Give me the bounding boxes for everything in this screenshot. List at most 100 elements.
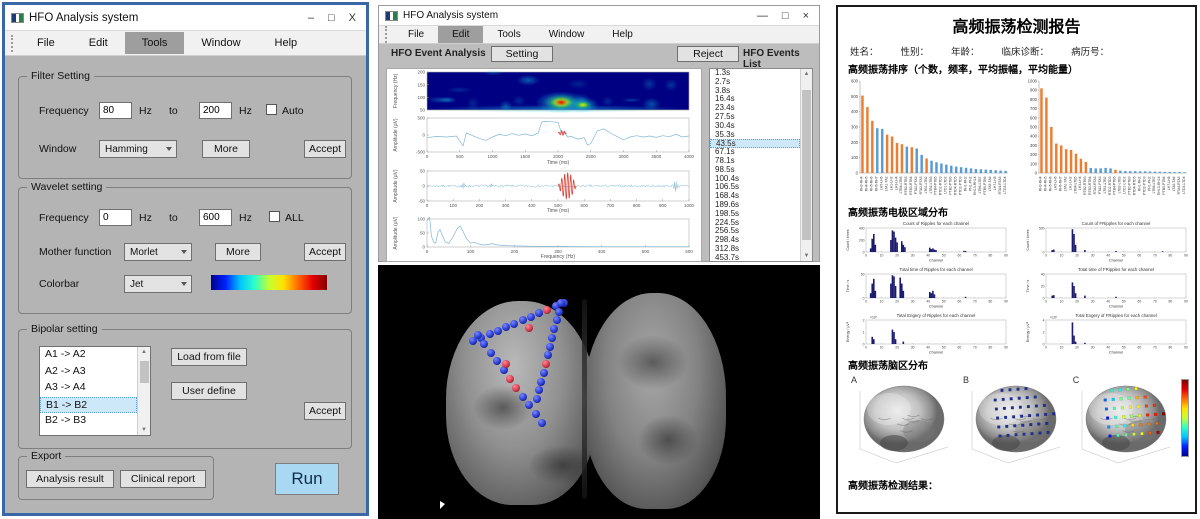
svg-text:0: 0	[426, 249, 429, 254]
patient-fields: 姓名： 性别： 年龄： 临床诊断： 病历号：	[850, 44, 1189, 58]
event-item[interactable]: 453.7s	[710, 254, 800, 261]
svg-text:200: 200	[1030, 152, 1038, 157]
bipolar-accept-button[interactable]: Accept	[304, 402, 346, 420]
event-analysis-label: HFO Event Analysis	[391, 48, 486, 59]
scroll-up-icon[interactable]: ▲	[141, 347, 147, 357]
hfo-events-listbox[interactable]: 1.3s2.7s3.8s16.4s23.4s27.5s30.4s35.3s43.…	[709, 68, 813, 262]
svg-text:50: 50	[942, 346, 946, 350]
svg-text:40: 40	[1106, 346, 1110, 350]
wavelet-more-button[interactable]: More	[215, 243, 261, 261]
svg-text:80: 80	[989, 346, 993, 350]
bipolar-channel-item[interactable]: B2 -> B3	[40, 413, 137, 430]
svg-text:Amplitude (μV): Amplitude (μV)	[393, 217, 399, 250]
setting-button[interactable]: Setting	[491, 46, 553, 62]
all-checkbox[interactable]	[269, 211, 280, 222]
menu-tools[interactable]: Tools	[483, 26, 534, 43]
svg-text:LTB6-LTB7: LTB6-LTB7	[1152, 176, 1156, 193]
svg-text:Total Engery of FRipples for e: Total Engery of FRipples for each channe…	[1075, 313, 1157, 318]
menu-file[interactable]: File	[394, 26, 438, 43]
menu-help[interactable]: Help	[598, 26, 647, 43]
svg-text:Total time of Ripples for each: Total time of Ripples for each channel	[899, 267, 972, 272]
menu-window[interactable]: Window	[535, 26, 599, 43]
chevron-down-icon	[166, 147, 172, 151]
mother-function-select[interactable]: Morlet	[124, 243, 192, 261]
svg-text:90: 90	[1184, 346, 1188, 350]
user-define-button[interactable]: User define	[171, 382, 247, 400]
scroll-thumb[interactable]	[140, 361, 149, 383]
svg-text:LH1-LH2: LH1-LH2	[889, 176, 893, 190]
svg-text:Total time of FRipples for eac: Total time of FRipples for each channel	[1078, 267, 1154, 272]
minimize-button[interactable]: –	[308, 12, 314, 24]
svg-text:500: 500	[456, 154, 464, 159]
wavelet-freq-to-input[interactable]	[199, 209, 232, 226]
svg-text:0: 0	[856, 171, 859, 176]
titlebar[interactable]: HFO Analysis system – □ X	[5, 5, 366, 31]
auto-checkbox[interactable]	[266, 104, 277, 115]
bipolar-listbox[interactable]: A1 -> A2A2 -> A3A3 -> A4B1 -> B2B2 -> B3…	[39, 346, 151, 436]
menu-help[interactable]: Help	[258, 32, 315, 54]
close-button[interactable]: X	[349, 12, 356, 24]
event-item[interactable]: 35.3s	[710, 131, 800, 140]
minimize-button[interactable]: —	[757, 10, 768, 22]
load-from-file-button[interactable]: Load from file	[171, 348, 247, 366]
close-button[interactable]: ×	[803, 10, 809, 22]
bipolar-channel-item[interactable]: A2 -> A3	[40, 364, 137, 381]
scroll-down-icon[interactable]: ▼	[141, 425, 147, 435]
svg-text:80: 80	[989, 254, 993, 258]
analysis-result-button[interactable]: Analysis result	[26, 470, 114, 488]
maximize-button[interactable]: □	[782, 10, 789, 22]
menu-window[interactable]: Window	[184, 32, 257, 54]
reject-button[interactable]: Reject	[677, 46, 739, 62]
svg-text:2000: 2000	[553, 154, 564, 159]
maximize-button[interactable]: □	[328, 12, 335, 24]
svg-text:×10⁶: ×10⁶	[1050, 316, 1058, 320]
window-function-select[interactable]: Hamming	[99, 140, 177, 158]
run-button[interactable]: Run	[275, 463, 339, 495]
scroll-up-icon[interactable]: ▲	[804, 69, 810, 79]
svg-text:10: 10	[880, 254, 884, 258]
svg-text:100: 100	[449, 203, 457, 208]
brain-heatmap: C	[1066, 369, 1174, 469]
chevron-down-icon	[181, 250, 187, 254]
clinical-report-button[interactable]: Clinical report	[120, 470, 206, 488]
filter-accept-button[interactable]: Accept	[304, 140, 346, 158]
wavelet-accept-button[interactable]: Accept	[304, 243, 346, 261]
svg-text:Channel: Channel	[1109, 259, 1123, 263]
menu-edit[interactable]: Edit	[72, 32, 125, 54]
svg-text:RH1-RH2: RH1-RH2	[1137, 176, 1141, 191]
svg-text:30: 30	[911, 346, 915, 350]
svg-text:1: 1	[863, 330, 865, 334]
svg-text:RTA2-RTA3: RTA2-RTA3	[919, 176, 923, 194]
svg-text:20: 20	[895, 300, 899, 304]
colorbar-select[interactable]: Jet	[124, 275, 192, 293]
events-scrollbar[interactable]: ▲ ▼	[800, 69, 812, 261]
electrode-contact-blue	[519, 316, 527, 324]
svg-text:×10⁷: ×10⁷	[870, 316, 878, 320]
filter-freq-to-input[interactable]	[199, 102, 232, 119]
scroll-down-icon[interactable]: ▼	[804, 251, 810, 261]
svg-text:3000: 3000	[618, 154, 629, 159]
menu-file[interactable]: File	[20, 32, 72, 54]
bipolar-scrollbar[interactable]: ▲ ▼	[137, 347, 150, 435]
scroll-thumb[interactable]	[802, 90, 811, 240]
filter-freq-from-input[interactable]	[99, 102, 132, 119]
bipolar-channel-item[interactable]: B1 -> B2	[40, 397, 137, 414]
svg-text:200: 200	[417, 70, 425, 75]
svg-text:PTB2-PTB3: PTB2-PTB3	[949, 176, 953, 194]
menu-edit[interactable]: Edit	[438, 26, 483, 43]
bipolar-channel-item[interactable]: A3 -> A4	[40, 380, 137, 397]
svg-text:0: 0	[1045, 300, 1047, 304]
hfo-electrode-red	[506, 375, 514, 383]
wavelet-freq-from-input[interactable]	[99, 209, 132, 226]
titlebar[interactable]: HFO Analysis system — □ ×	[379, 6, 819, 26]
svg-text:PTA2-PTA3: PTA2-PTA3	[914, 176, 918, 194]
svg-text:70: 70	[1153, 346, 1157, 350]
svg-text:0: 0	[1035, 171, 1038, 176]
svg-text:0: 0	[865, 254, 867, 258]
menu-tools[interactable]: Tools	[125, 32, 185, 54]
svg-text:700: 700	[1030, 106, 1038, 111]
brain-3d-view[interactable]	[378, 265, 820, 519]
bipolar-channel-item[interactable]: A1 -> A2	[40, 347, 137, 364]
filter-more-button[interactable]: More	[202, 140, 250, 158]
raw-signal-plot: -500050005001000150020002500300035004000…	[387, 115, 703, 169]
